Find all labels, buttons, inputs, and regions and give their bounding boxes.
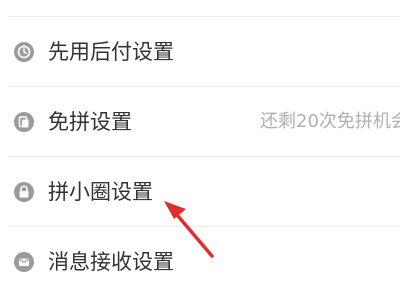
settings-item-label: 拼小圈设置 — [48, 180, 153, 204]
pay-later-icon — [14, 42, 34, 62]
annotation-arrow — [164, 201, 214, 258]
message-icon — [14, 252, 34, 272]
lock-icon — [14, 182, 34, 202]
free-group-remaining-hint: 还剩20次免拼机会 — [260, 111, 400, 132]
settings-item-label: 先用后付设置 — [48, 40, 174, 64]
settings-item-pay-later[interactable]: 先用后付设置 — [8, 17, 400, 87]
settings-item-label: 免拼设置 — [48, 110, 132, 134]
free-group-icon — [14, 112, 34, 132]
settings-item-free-group[interactable]: 免拼设置 还剩20次免拼机会 — [8, 87, 400, 157]
